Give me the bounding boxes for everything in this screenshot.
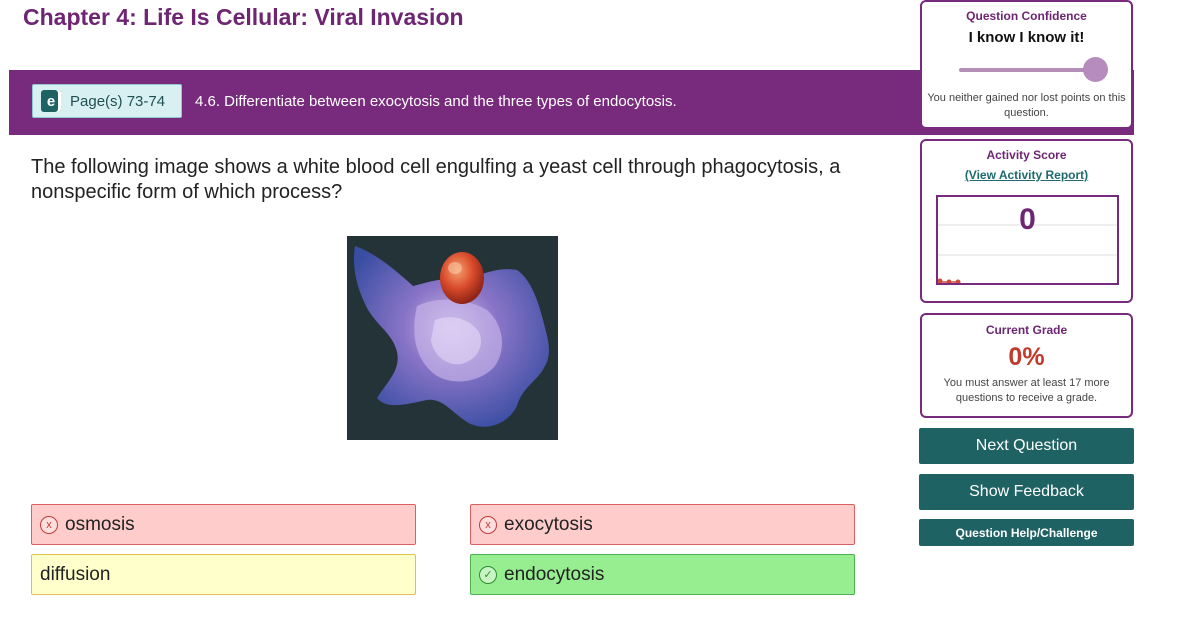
- answer-label: exocytosis: [504, 513, 593, 535]
- score-point: [946, 279, 952, 283]
- activity-score-heading: Activity Score: [986, 148, 1067, 162]
- answer-label: osmosis: [65, 513, 135, 535]
- confidence-slider[interactable]: [959, 57, 1108, 82]
- phagocytosis-illustration: [353, 246, 549, 427]
- ebook-pages-button[interactable]: e Page(s) 73-74: [32, 84, 182, 118]
- learning-objective: 4.6. Differentiate between exocytosis an…: [195, 93, 677, 110]
- answer-label: diffusion: [40, 563, 111, 585]
- answer-option-osmosis[interactable]: x osmosis: [31, 504, 416, 545]
- current-grade-panel: Current Grade 0% You must answer at leas…: [920, 313, 1133, 418]
- view-activity-report-link[interactable]: (View Activity Report): [965, 168, 1088, 182]
- current-grade-value: 0%: [1008, 343, 1045, 371]
- chapter-title: Chapter 4: Life Is Cellular: Viral Invas…: [23, 4, 464, 30]
- activity-score-chart: 0: [936, 195, 1119, 285]
- answer-option-endocytosis[interactable]: ✓ endocytosis: [470, 554, 855, 595]
- answer-option-diffusion[interactable]: diffusion: [31, 554, 416, 595]
- answer-label: endocytosis: [504, 563, 605, 585]
- correct-check-icon: ✓: [479, 565, 497, 584]
- confidence-heading: Question Confidence: [966, 9, 1087, 23]
- question-confidence-panel: Question Confidence I know I know it! Yo…: [920, 0, 1133, 129]
- question-help-button[interactable]: Question Help/Challenge: [919, 519, 1134, 546]
- score-point: [955, 279, 961, 283]
- confidence-note: You neither gained nor lost points on th…: [927, 92, 1126, 119]
- pages-label: Page(s) 73-74: [70, 92, 166, 110]
- grade-note: You must answer at least 17 more questio…: [943, 377, 1110, 404]
- incorrect-icon: x: [40, 515, 58, 534]
- white-blood-cell-image: [347, 236, 558, 440]
- confidence-slider-handle[interactable]: [1083, 57, 1108, 82]
- activity-score-panel: Activity Score (View Activity Report) 0: [920, 139, 1133, 303]
- next-question-button[interactable]: Next Question: [919, 428, 1134, 464]
- question-text: The following image shows a white blood …: [31, 156, 841, 203]
- show-feedback-button[interactable]: Show Feedback: [919, 474, 1134, 510]
- score-point: [938, 278, 943, 283]
- confidence-value: I know I know it!: [968, 29, 1085, 46]
- incorrect-icon: x: [479, 515, 497, 534]
- activity-score-value: 0: [1019, 203, 1036, 236]
- ebook-icon: e: [41, 90, 61, 112]
- answer-option-exocytosis[interactable]: x exocytosis: [470, 504, 855, 545]
- current-grade-heading: Current Grade: [985, 323, 1068, 337]
